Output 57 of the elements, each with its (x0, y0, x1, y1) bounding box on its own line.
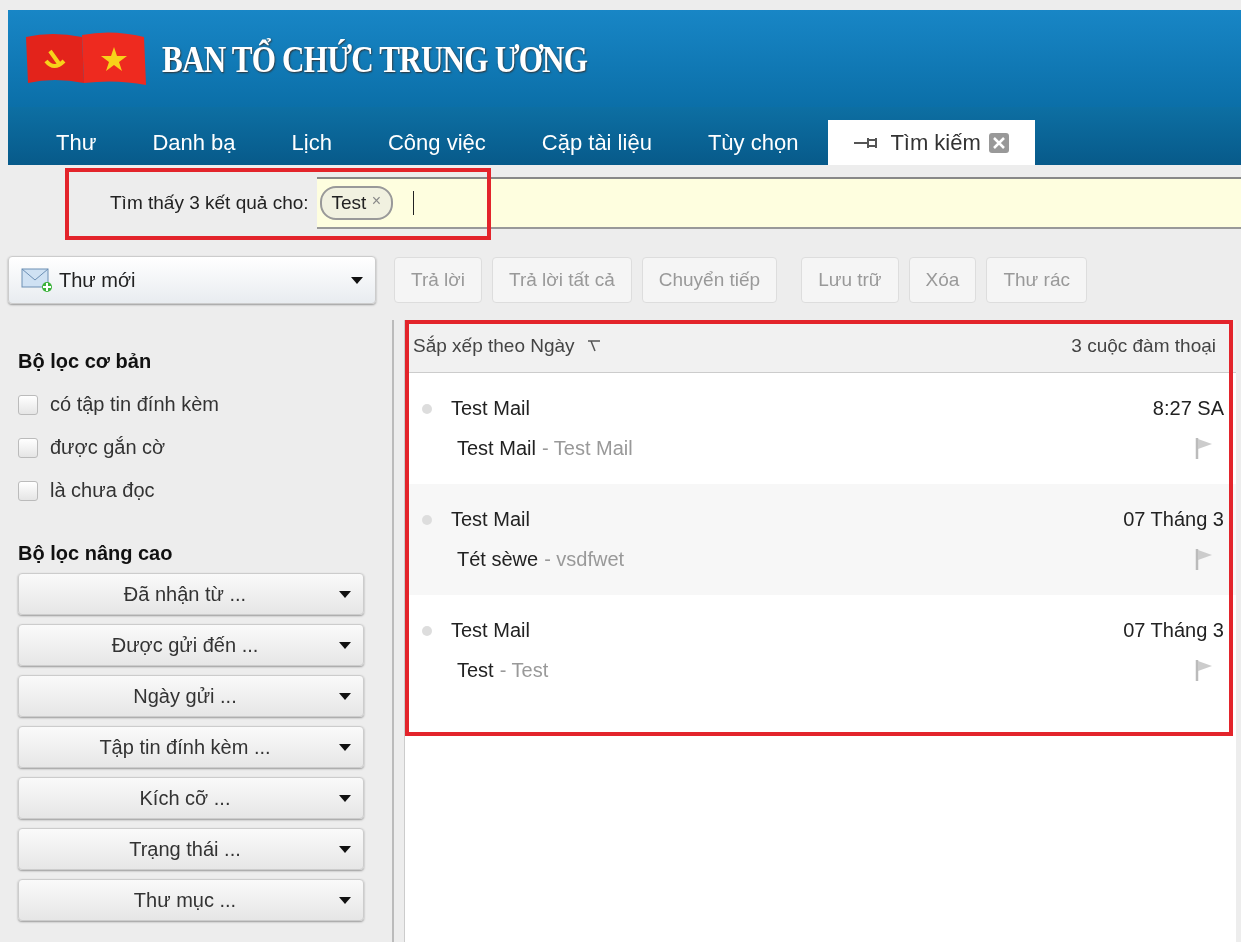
flag-icon[interactable] (1194, 547, 1214, 571)
app-tab[interactable]: Danh bạ (126, 120, 262, 165)
message-sender: Test Mail (451, 508, 530, 531)
app-tab[interactable]: Tùy chọn (681, 120, 825, 165)
flag-icon[interactable] (1194, 436, 1214, 460)
filter-dropdown[interactable]: Trạng thái ... (18, 828, 364, 870)
status-dot-icon (421, 513, 433, 526)
message-subject: Tét sèwe (457, 547, 539, 571)
dropdown-arrow-icon (339, 641, 351, 649)
message-preview: - Test Mail (541, 436, 633, 460)
message-subject: Test (457, 658, 494, 682)
advanced-filters-heading: Bộ lọc nâng cao (18, 542, 174, 565)
message-sender: Test Mail (451, 619, 530, 642)
organization-title: BAN TỔ CHỨC TRUNG ƯƠNG (162, 36, 588, 81)
filter-dropdown[interactable]: Thư mục ... (18, 879, 364, 921)
dropdown-arrow-icon (339, 896, 351, 904)
dropdown-arrow-icon (351, 276, 363, 284)
envelope-icon (21, 267, 53, 293)
app-tab[interactable]: Thư (30, 120, 123, 165)
message-preview: - vsdfwet (544, 547, 625, 571)
flag-icon[interactable] (1194, 658, 1214, 682)
message-date: 07 Tháng 3 (1123, 508, 1224, 531)
basic-filters-heading: Bộ lọc cơ bản (18, 350, 153, 373)
app-tab[interactable]: Công việc (361, 120, 512, 165)
filter-dropdown[interactable]: Đã nhận từ ... (18, 573, 364, 615)
message-sender: Test Mail (451, 397, 530, 420)
status-dot-icon (421, 402, 433, 415)
app-tab[interactable]: Cặp tài liệu (515, 120, 678, 165)
message-date: 8:27 SA (1152, 397, 1224, 420)
filter-dropdown[interactable]: Ngày gửi ... (18, 675, 364, 717)
filter-checkbox[interactable]: có tập tin đính kèm (18, 383, 392, 426)
dropdown-arrow-icon (339, 845, 351, 853)
filter-dropdown[interactable]: Được gửi đến ... (18, 624, 364, 666)
app-tab[interactable]: Tìm kiếm (828, 120, 1035, 165)
dropdown-arrow-icon (339, 590, 351, 598)
message-row[interactable]: Test Mail 8:27 SA Test Mail - Test Mail (405, 373, 1236, 484)
search-term-chip: Test × (319, 185, 393, 220)
sort-button[interactable]: Sắp xếp theo Ngày (413, 335, 575, 357)
message-preview: - Test (499, 658, 549, 682)
search-results-label: Tìm thấy 3 kết quả cho: (110, 191, 309, 214)
dropdown-arrow-icon (339, 743, 351, 751)
status-dot-icon (421, 624, 433, 637)
app-tab[interactable]: Lịch (265, 120, 358, 165)
dropdown-arrow-icon (339, 692, 351, 700)
filter-dropdown[interactable]: Kích cỡ ... (18, 777, 364, 819)
dropdown-arrow-icon (339, 794, 351, 802)
message-row[interactable]: Test Mail 07 Tháng 3 Test - Test (405, 595, 1236, 706)
message-date: 07 Tháng 3 (1123, 619, 1224, 642)
new-mail-button[interactable]: Thư mới (8, 256, 376, 304)
filter-dropdown[interactable]: Tập tin đính kèm ... (18, 726, 364, 768)
search-field[interactable]: Test × (316, 176, 1241, 229)
close-icon[interactable] (988, 132, 1009, 153)
conversation-count: 3 cuộc đàm thoại (1071, 335, 1216, 357)
filter-checkbox[interactable]: được gắn cờ (18, 426, 392, 469)
sort-arrow-icon (586, 340, 601, 352)
filter-checkbox[interactable]: là chưa đọc (18, 469, 392, 512)
message-subject: Test Mail (457, 436, 536, 460)
